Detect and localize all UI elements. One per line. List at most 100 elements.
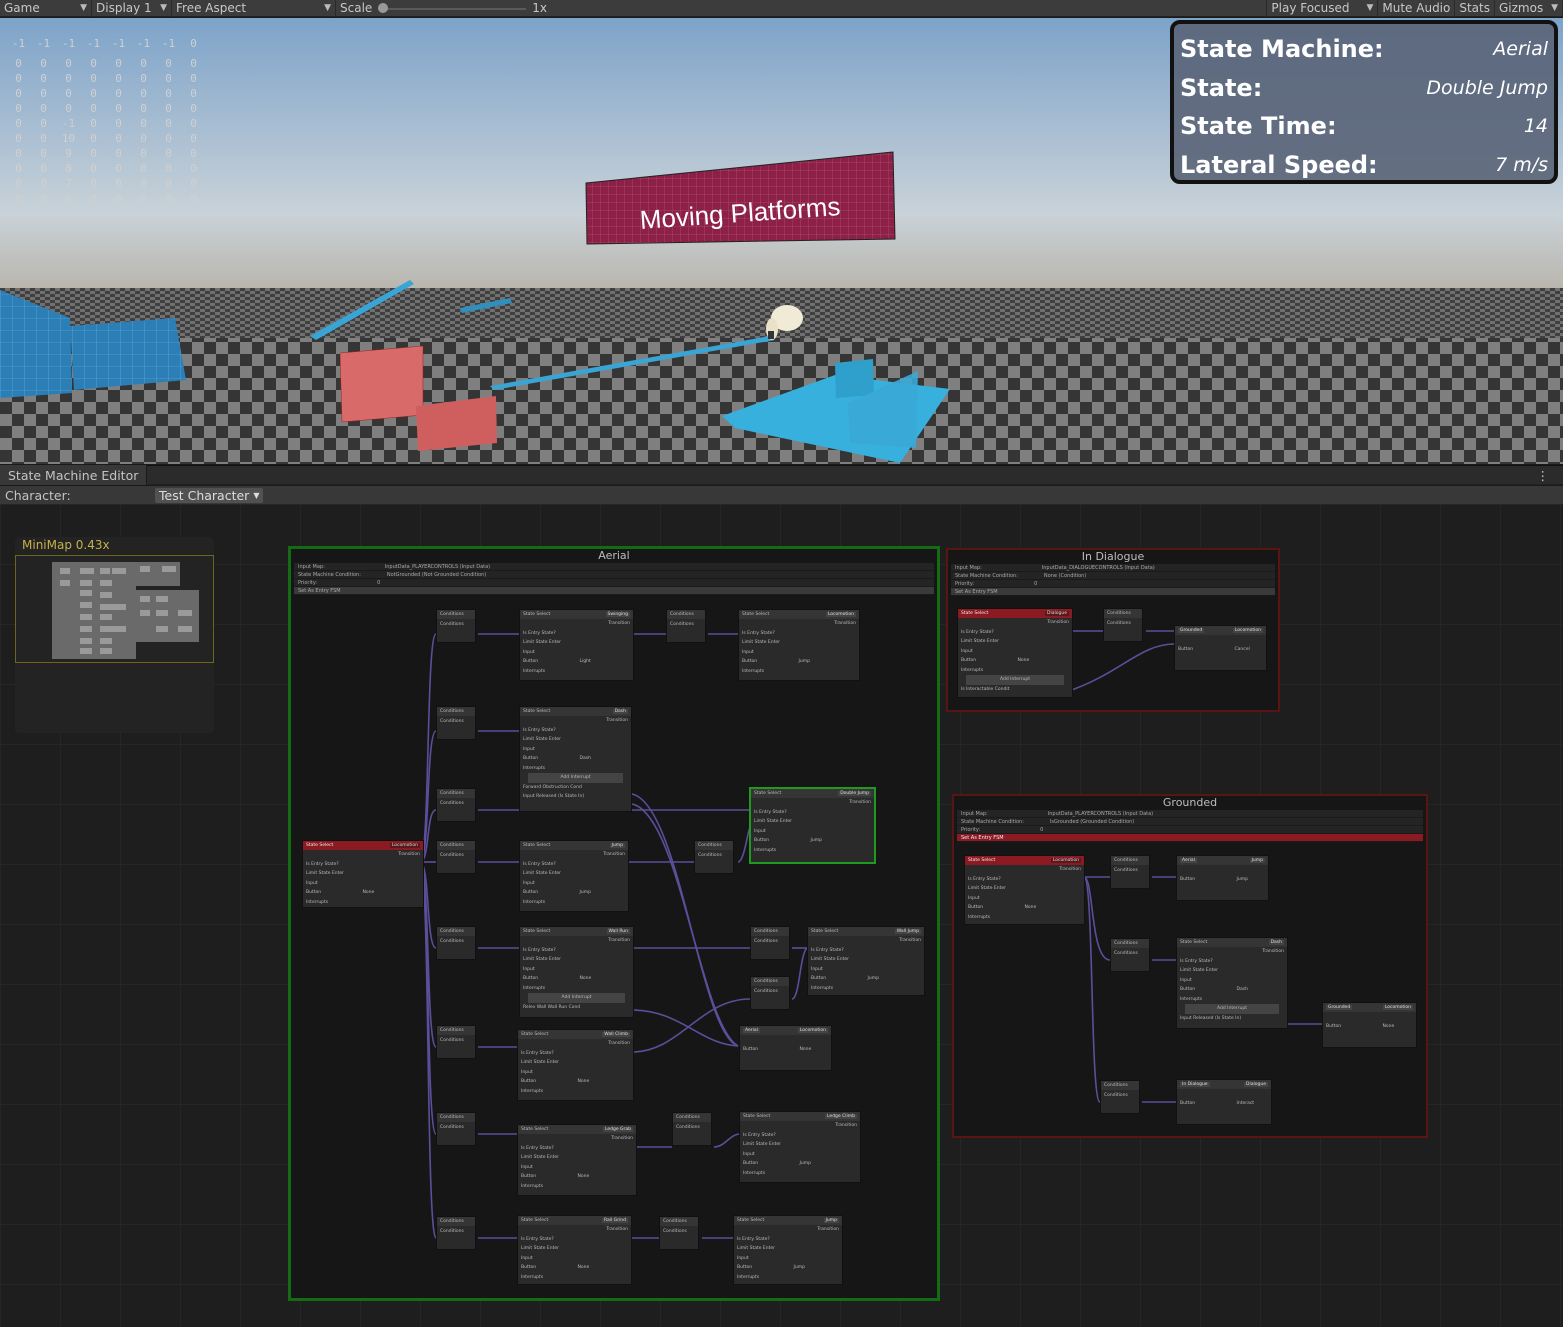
add-interrupt-button[interactable]: Add Interrupt [966,675,1064,685]
node-dialogue-exit[interactable]: Grounded Locomotion Button Cancel [1174,625,1267,671]
node-aerial-conditions-2[interactable]: Conditions Conditions [666,609,706,643]
node-grounded-entry[interactable]: State Select Locomotion Transition Is Ent… [964,855,1085,925]
add-interrupt-button[interactable]: Add Interrupt [528,773,623,783]
debug-grid-cell: 0 [140,192,147,205]
debug-grid-row: 0 0 0 0 0 0 0 0 [6,101,206,116]
debug-grid-cell: 0 [40,147,47,160]
debug-grid-cell: 0 [190,147,197,160]
hud-lateral-speed-label: Lateral Speed: [1180,150,1378,179]
node-aerial-wall-climb[interactable]: State Select Wall Climb Transition Is Ent… [517,1029,634,1101]
dialogue-title: In Dialogue [1081,550,1145,563]
dialogue-entry-button[interactable]: Set As Entry FSM [951,588,1275,596]
add-interrupt-button[interactable]: Add Interrupt [1185,1004,1279,1014]
node-aerial-wall-jump[interactable]: State Select Wall Jump Transition Is Entr… [807,926,925,996]
node-grounded-to-dialogue[interactable]: In Dialogue Dialogue Button Interact [1176,1079,1272,1125]
node-aerial-double-jump-active[interactable]: State Select Double Jump Transition Is En… [749,787,876,864]
grounded-condition-row[interactable]: State Machine Condition: IsGrounded (Grou… [957,818,1423,826]
node-aerial-swinging[interactable]: State Select Swinging Transition Is Entry… [519,609,634,681]
node-aerial-ledge-climb[interactable]: State Select Ledge Climb Transition Is En… [739,1111,861,1183]
debug-grid-cell: 0 [40,177,47,190]
node-aerial-jump[interactable]: State Select Jump Transition Is Entry Sta… [519,840,629,912]
display-dropdown[interactable]: Display 1 ▼ [92,0,172,17]
grounded-title: Grounded [1162,796,1218,809]
debug-grid-cell: 6 [65,192,72,205]
node-aerial-conditions-6[interactable]: Conditions Conditions [694,840,734,874]
node-aerial-jump-2[interactable]: State Select Jump Transition Is Entry Sta… [733,1215,843,1285]
state-machine-canvas[interactable]: MiniMap 0.43x Aerial Input Map: InputDat… [0,504,1563,1327]
scale-slider-knob[interactable] [378,2,389,13]
node-aerial-wall-run[interactable]: State Select Wall Run Transition Is Entry… [519,926,634,1018]
add-interrupt-button[interactable]: Add Interrupt [528,993,625,1003]
node-aerial-dash[interactable]: State Select Dash Transition Is Entry Sta… [519,706,632,812]
aerial-input-map-row[interactable]: Input Map: InputData_PLAYERCONTROLS (Inpu… [294,563,934,571]
node-aerial-conditions-7[interactable]: Conditions Conditions [436,926,476,960]
node-aerial-conditions-1[interactable]: Conditions Conditions [436,609,476,643]
node-grounded-conditions-3[interactable]: Conditions Conditions [1100,1080,1140,1114]
node-aerial-conditions-14[interactable]: Conditions Conditions [659,1216,699,1250]
debug-grid-cell: 0 [40,192,47,205]
dialogue-condition-row[interactable]: State Machine Condition: None (Condition) [951,572,1275,580]
debug-grid-row: 0 0 0 0 0 0 0 0 [6,71,206,86]
debug-grid-row: 0 0 0 0 0 0 0 0 [6,56,206,71]
aspect-dropdown[interactable]: Free Aspect ▼ [172,0,336,17]
node-aerial-conditions-3[interactable]: Conditions Conditions [436,706,476,740]
debug-grid-cell: -1 [86,37,101,50]
grounded-priority-row[interactable]: Priority: 0 [957,826,1423,834]
debug-grid-cell: 0 [190,37,197,50]
hud-state-machine-value: Aerial [1493,38,1548,61]
debug-grid-cell: -1 [61,117,76,130]
grounded-input-map-row[interactable]: Input Map: InputData_PLAYERCONTROLS (Inpu… [957,810,1423,818]
scale-value: 1x [532,1,548,15]
node-aerial-conditions-10[interactable]: Conditions Conditions [436,1025,476,1059]
minimap-panel[interactable]: MiniMap 0.43x [15,537,214,733]
aerial-entry-button[interactable]: Set As Entry FSM [294,587,934,595]
node-aerial-conditions-5[interactable]: Conditions Conditions [436,840,476,874]
aerial-priority-row[interactable]: Priority: 0 [294,579,934,587]
node-dialogue-state[interactable]: State Select Dialogue Transition Is Entry… [957,608,1073,698]
gizmos-dropdown[interactable]: Gizmos ▼ [1495,0,1563,17]
debug-grid-cell: 0 [165,132,172,145]
node-grounded-dash-exit[interactable]: Grounded Locomotion Button None [1322,1002,1417,1048]
tab-state-machine-editor[interactable]: State Machine Editor [0,465,148,485]
node-grounded-to-jump[interactable]: Aerial Jump Button Jump [1176,855,1269,901]
mute-audio-toggle[interactable]: Mute Audio [1378,0,1456,17]
debug-grid-cell: 0 [115,57,122,70]
hud-state-machine-label: State Machine: [1180,35,1384,64]
node-grounded-conditions-2[interactable]: Conditions Conditions [1110,938,1150,972]
character-dropdown[interactable]: Test Character ▼ [155,487,264,503]
node-aerial-conditions-9[interactable]: Conditions Conditions [750,976,790,1010]
node-aerial-exit-locomotion[interactable]: Aerial Locomotion Button None [739,1025,832,1071]
node-aerial-conditions-4[interactable]: Conditions Conditions [436,788,476,822]
node-grounded-dash[interactable]: State Select Dash Transition Is Entry Sta… [1176,937,1288,1029]
debug-grid-cell: -1 [36,37,51,50]
game-scene-view[interactable]: Moving Platforms -1 -1 -1 -1 -1 -1 -1 0 0 0 0 0 0 0 0 0… [0,18,1563,464]
debug-grid-cell: 0 [15,132,22,145]
node-aerial-rail-grind[interactable]: State Select Rail Grind Transition Is Ent… [517,1215,632,1285]
dialogue-priority-row[interactable]: Priority: 0 [951,580,1275,588]
node-aerial-conditions-12[interactable]: Conditions Conditions [672,1112,712,1146]
scale-control: Scale 1x [336,0,556,17]
minimap-view[interactable] [15,555,214,663]
debug-grid-row: 0 0 7 0 0 0 0 0 [6,176,206,191]
node-dialogue-conditions[interactable]: Conditions Conditions [1103,608,1143,642]
node-grounded-conditions-1[interactable]: Conditions Conditions [1110,855,1150,889]
dialogue-input-map-row[interactable]: Input Map: InputData_DIALOGUECONTROLS (In… [951,564,1275,572]
node-aerial-conditions-11[interactable]: Conditions Conditions [436,1112,476,1146]
game-view-dropdown[interactable]: Game ▼ [0,0,92,17]
game-tab-label: Game [4,1,40,15]
stats-toggle[interactable]: Stats [1455,0,1495,17]
node-aerial-locomotion-top[interactable]: State Select Locomotion Transition Is Ent… [738,609,860,681]
debug-grid-cell: 0 [90,117,97,130]
grounded-entry-button[interactable]: Set As Entry FSM [957,834,1423,842]
scale-slider[interactable] [378,0,527,17]
hud-lateral-speed-value: 7 m/s [1495,153,1548,176]
debug-grid-cell: 0 [65,57,72,70]
debug-grid-cell: 0 [140,117,147,130]
node-aerial-ledge-grab[interactable]: State Select Ledge Grab Transition Is Ent… [517,1124,637,1196]
node-aerial-conditions-13[interactable]: Conditions Conditions [436,1216,476,1250]
play-focused-dropdown[interactable]: Play Focused ▼ [1266,0,1379,17]
node-aerial-entry-state-select[interactable]: State Select Locomotion Transition Is Ent… [302,840,424,908]
kebab-menu-icon[interactable]: ⋮ [1537,468,1563,483]
aerial-condition-row[interactable]: State Machine Condition: NotGrounded (Not… [294,571,934,579]
node-aerial-conditions-8[interactable]: Conditions Conditions [750,926,790,960]
